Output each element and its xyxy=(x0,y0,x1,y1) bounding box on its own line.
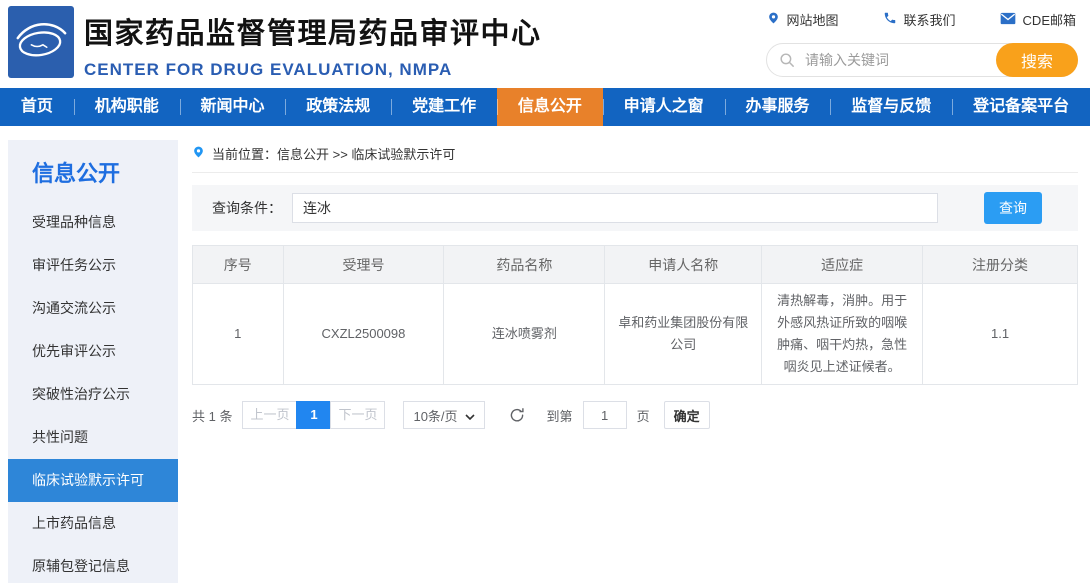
nav-item-applicant-window[interactable]: 申请人之窗 xyxy=(602,88,725,126)
sidebar-item-common-issues[interactable]: 共性问题 xyxy=(8,416,178,459)
sidebar: 信息公开 受理品种信息 审评任务公示 沟通交流公示 优先审评公示 突破性治疗公示… xyxy=(8,140,178,583)
cell-drug-name: 连冰喷雾剂 xyxy=(443,282,606,386)
location-pin-icon xyxy=(767,10,780,29)
table-row: 1 CXZL2500098 连冰喷雾剂 卓和药业集团股份有限公司 清热解毒，消肿… xyxy=(192,282,1078,386)
mailbox-label: CDE邮箱 xyxy=(1022,13,1076,28)
site-logo[interactable] xyxy=(8,6,74,78)
nav-item-registration-platform[interactable]: 登记备案平台 xyxy=(952,88,1090,126)
site-header: 国家药品监督管理局药品审评中心 CENTER FOR DRUG EVALUATI… xyxy=(0,0,1090,88)
nav-item-news[interactable]: 新闻中心 xyxy=(179,88,286,126)
col-header-seq: 序号 xyxy=(192,245,284,284)
goto-prefix-label: 到第 xyxy=(546,408,573,424)
site-subtitle: CENTER FOR DRUG EVALUATION, NMPA xyxy=(84,60,453,79)
cell-registration-class: 1.1 xyxy=(922,282,1078,386)
table-header-row: 序号 受理号 药品名称 申请人名称 适应症 注册分类 xyxy=(192,245,1078,284)
col-header-acceptance-no: 受理号 xyxy=(282,245,445,284)
sidebar-item-marketed-drugs[interactable]: 上市药品信息 xyxy=(8,502,178,545)
goto-page-input[interactable] xyxy=(582,401,627,430)
cell-seq: 1 xyxy=(192,282,284,386)
breadcrumb-pin-icon xyxy=(192,144,205,163)
main-panel: 当前位置：信息公开 >> 临床试验默示许可 查询条件： 查询 序号 受理号 药品… xyxy=(192,140,1078,583)
sitemap-label: 网站地图 xyxy=(786,13,839,28)
col-header-applicant: 申请人名称 xyxy=(604,245,763,284)
nav-item-services[interactable]: 办事服务 xyxy=(724,88,831,126)
phone-icon xyxy=(883,11,897,28)
results-table: 序号 受理号 药品名称 申请人名称 适应症 注册分类 1 CXZL2500098… xyxy=(192,245,1078,386)
goto-suffix-label: 页 xyxy=(636,408,650,424)
search-icon xyxy=(779,52,795,73)
query-label: 查询条件： xyxy=(212,200,282,216)
sidebar-item-clinical-trial-implied-license[interactable]: 临床试验默示许可 xyxy=(8,459,178,502)
content: 信息公开 受理品种信息 审评任务公示 沟通交流公示 优先审评公示 突破性治疗公示… xyxy=(0,126,1090,583)
sidebar-item-accepted-varieties[interactable]: 受理品种信息 xyxy=(8,201,178,244)
query-panel: 查询条件： 查询 xyxy=(192,185,1078,231)
sidebar-item-priority-review[interactable]: 优先审评公示 xyxy=(8,330,178,373)
query-button[interactable]: 查询 xyxy=(984,192,1042,224)
total-count: 共 1 条 xyxy=(192,408,233,424)
nav-item-functions[interactable]: 机构职能 xyxy=(73,88,180,126)
col-header-indication: 适应症 xyxy=(761,245,924,284)
breadcrumb-text: 当前位置：信息公开 >> 临床试验默示许可 xyxy=(212,146,456,162)
sitemap-link[interactable]: 网站地图 xyxy=(767,10,839,29)
chevron-down-icon xyxy=(464,408,475,423)
page: 国家药品监督管理局药品审评中心 CENTER FOR DRUG EVALUATI… xyxy=(0,0,1090,583)
query-input[interactable] xyxy=(292,193,938,223)
col-header-drug-name: 药品名称 xyxy=(443,245,606,284)
nav-item-home[interactable]: 首页 xyxy=(0,88,74,126)
cell-acceptance-no: CXZL2500098 xyxy=(282,282,445,386)
sidebar-title: 信息公开 xyxy=(32,161,121,186)
page-1-button[interactable]: 1 xyxy=(296,401,332,430)
search-button[interactable]: 搜索 xyxy=(996,43,1078,77)
contact-link[interactable]: 联系我们 xyxy=(883,10,956,29)
nav-item-policies[interactable]: 政策法规 xyxy=(285,88,391,126)
refresh-icon[interactable] xyxy=(509,407,525,423)
breadcrumb: 当前位置：信息公开 >> 临床试验默示许可 xyxy=(192,140,1078,166)
envelope-icon xyxy=(1000,12,1016,28)
site-search: 搜索 xyxy=(766,43,1078,77)
cell-indication: 清热解毒，消肿。用于外感风热证所致的咽喉肿痛、咽干灼热，急性咽炎见上述证候者。 xyxy=(761,282,924,386)
pagination: 共 1 条 上一页 1 下一页 10条/页 到第 页 xyxy=(192,401,1078,430)
sidebar-item-review-tasks[interactable]: 审评任务公示 xyxy=(8,244,178,287)
cde-swoosh-icon xyxy=(12,9,70,76)
site-title: 国家药品监督管理局药品审评中心 xyxy=(84,18,542,50)
sidebar-item-communication[interactable]: 沟通交流公示 xyxy=(8,287,178,330)
nav-item-party[interactable]: 党建工作 xyxy=(391,88,497,126)
nav-item-supervision[interactable]: 监督与反馈 xyxy=(830,88,952,126)
cell-applicant: 卓和药业集团股份有限公司 xyxy=(604,282,763,386)
main-nav: 首页 机构职能 新闻中心 政策法规 党建工作 信息公开 申请人之窗 办事服务 监… xyxy=(0,88,1090,126)
sidebar-item-breakthrough-therapy[interactable]: 突破性治疗公示 xyxy=(8,373,178,416)
pager: 上一页 1 下一页 xyxy=(242,401,386,430)
nav-item-info-disclosure[interactable]: 信息公开 xyxy=(496,88,603,126)
prev-page-button[interactable]: 上一页 xyxy=(242,401,298,430)
divider xyxy=(192,172,1078,173)
confirm-button[interactable]: 确定 xyxy=(663,401,710,430)
page-size-value: 10条/页 xyxy=(413,408,458,424)
sidebar-item-excipient-registration[interactable]: 原辅包登记信息 xyxy=(8,545,178,583)
mailbox-link[interactable]: CDE邮箱 xyxy=(1000,10,1076,29)
contact-label: 联系我们 xyxy=(903,13,956,28)
brand-titles: 国家药品监督管理局药品审评中心 CENTER FOR DRUG EVALUATI… xyxy=(84,10,542,80)
col-header-registration-class: 注册分类 xyxy=(922,245,1078,284)
page-size-select[interactable]: 10条/页 xyxy=(403,401,485,430)
quick-links: 网站地图 联系我们 CDE邮箱 xyxy=(767,10,1076,29)
next-page-button[interactable]: 下一页 xyxy=(330,401,386,430)
